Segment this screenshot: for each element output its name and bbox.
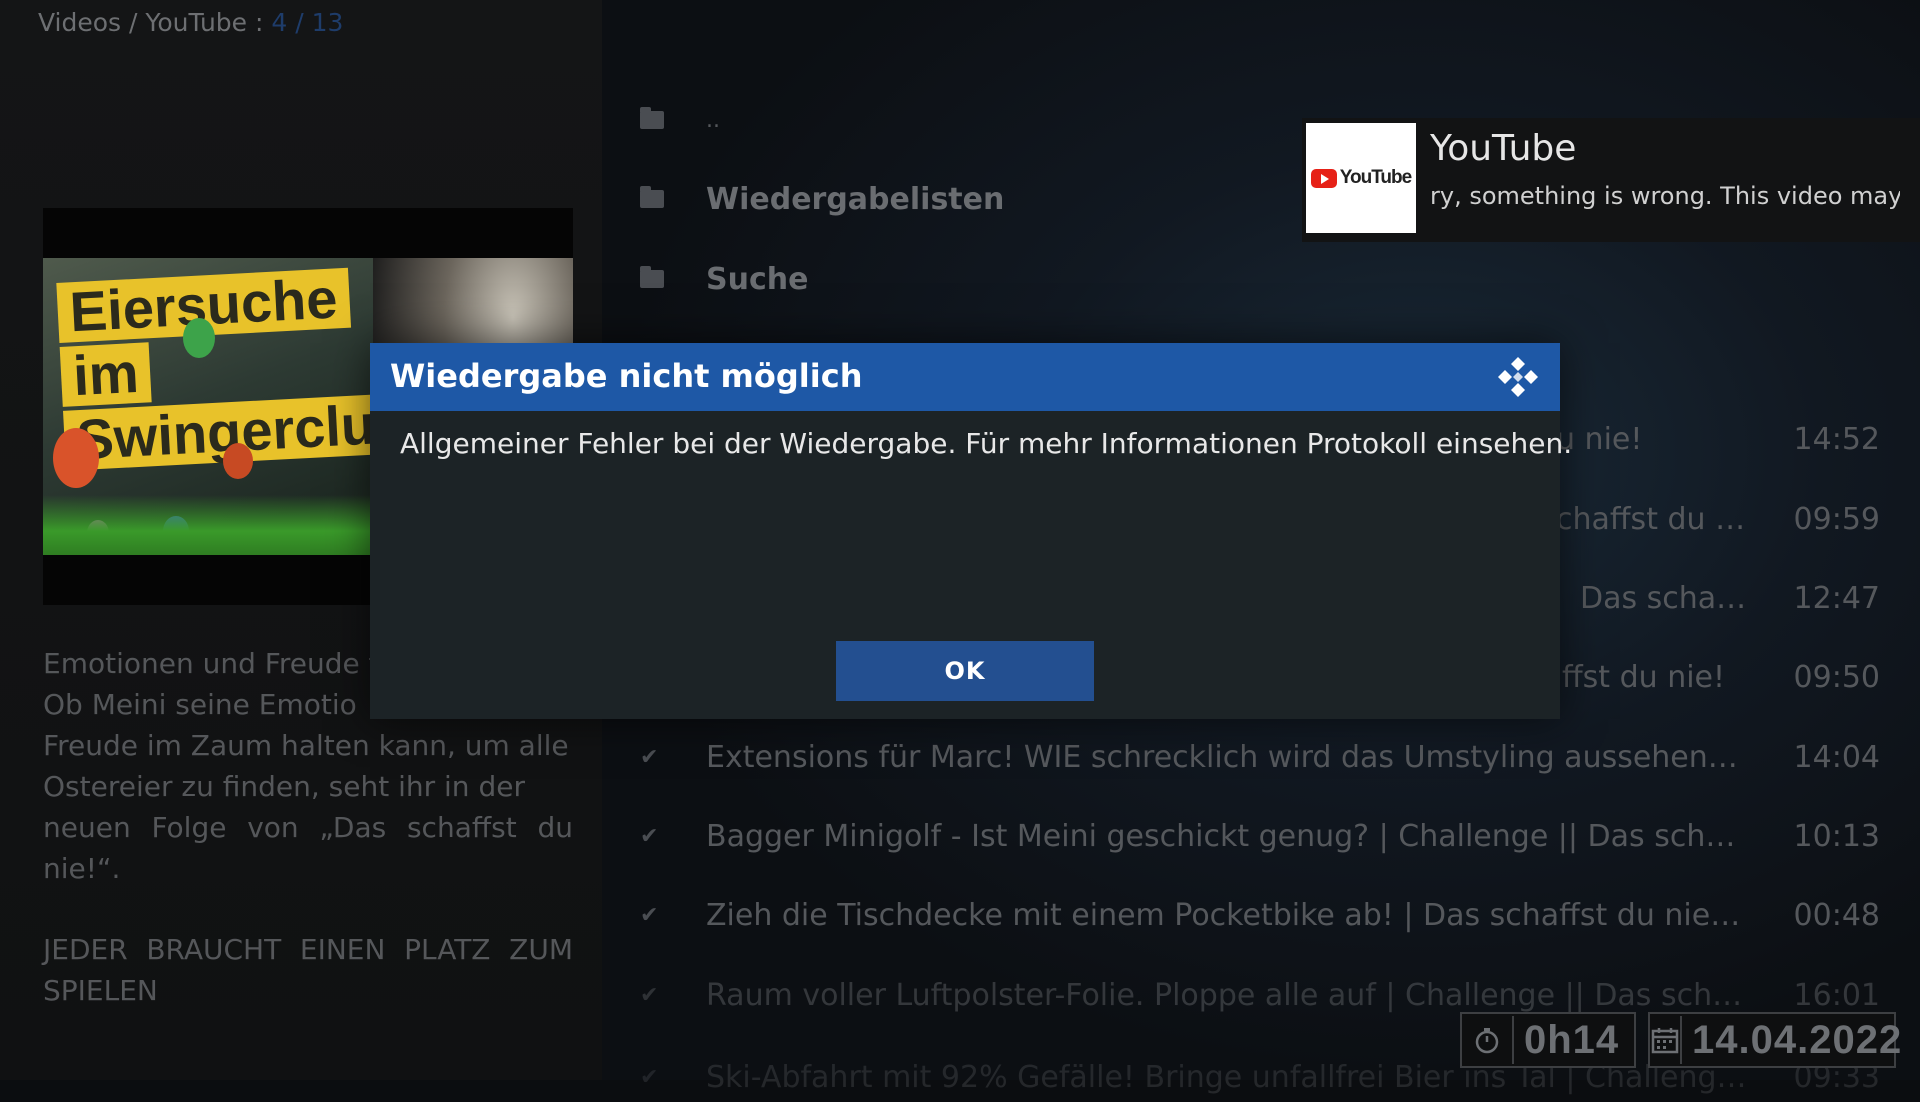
check-icon: ✔: [640, 982, 659, 1008]
plot-line: neuen Folge von „Das schaffst du nie!“.: [43, 811, 573, 885]
elapsed-time: 0h14: [1524, 1017, 1620, 1062]
ok-button[interactable]: OK: [836, 641, 1094, 701]
breadcrumb-path: Videos / YouTube :: [38, 8, 272, 37]
check-icon: ✔: [640, 902, 659, 928]
list-item-duration: 14:04: [1793, 739, 1880, 775]
plot-line: Ostereier zu finden, seht ihr in der: [43, 770, 525, 803]
current-date: 14.04.2022: [1692, 1017, 1903, 1062]
list-item-label: Zieh die Tischdecke mit einem Pocketbike…: [706, 897, 1770, 933]
easter-egg-decoration: [183, 318, 215, 358]
thumbnail-title: Eiersuche im Swingerclub: [56, 263, 423, 473]
list-item-duration: 00:48: [1793, 897, 1880, 933]
folder-icon: [640, 266, 706, 288]
list-item-duration: 12:47: [1793, 580, 1880, 616]
breadcrumb: Videos / YouTube : 4 / 13: [38, 8, 343, 37]
folder-back-icon: [640, 107, 706, 129]
check-icon: ✔: [640, 823, 659, 849]
youtube-play-icon: [1310, 168, 1337, 188]
list-item-duration: 09:50: [1793, 659, 1880, 695]
folder-icon: [640, 186, 706, 208]
plot-tagline: JEDER BRAUCHT EINEN PLATZ ZUM SPIELEN: [43, 933, 573, 1007]
error-dialog: Wiedergabe nicht möglich Allgemeiner Feh…: [370, 343, 1572, 719]
easter-egg-decoration: [223, 443, 253, 479]
check-icon: ✔: [640, 744, 659, 770]
easter-egg-decoration: [53, 428, 99, 488]
youtube-logo-text: YouTube: [1339, 167, 1412, 188]
thumbnail-title-line: im: [59, 341, 153, 407]
dialog-title: Wiedergabe nicht möglich: [390, 357, 863, 395]
list-item-search[interactable]: Suche: [640, 254, 1880, 304]
dialog-message: Allgemeiner Fehler bei der Wiedergabe. F…: [400, 427, 1573, 460]
list-item-duration: 14:52: [1793, 421, 1880, 457]
list-item-label: Bagger Minigolf - Ist Meini geschickt ge…: [706, 818, 1770, 854]
youtube-logo: YouTube: [1306, 123, 1416, 233]
date-badge: 14.04.2022: [1648, 1012, 1901, 1068]
calendar-icon: [1650, 1016, 1682, 1064]
dialog-header: Wiedergabe nicht möglich: [370, 343, 1560, 411]
elapsed-time-badge: 0h14: [1460, 1012, 1636, 1068]
list-item-duration: 09:59: [1793, 501, 1880, 537]
kodi-logo-icon: [1498, 357, 1538, 397]
list-item-label: Raum voller Luftpolster-Folie. Ploppe al…: [706, 977, 1770, 1013]
list-item[interactable]: ✔ Zieh die Tischdecke mit einem Pocketbi…: [640, 890, 1880, 940]
list-item[interactable]: ✔ Bagger Minigolf - Ist Meini geschickt …: [640, 811, 1880, 861]
plot-line: Freude im Zaum halten kann, um alle: [43, 729, 569, 762]
check-icon: ✔: [640, 1064, 659, 1090]
list-item-label: Suche: [706, 261, 809, 297]
notification-toast: YouTube YouTube ry, something is wrong. …: [1302, 118, 1920, 242]
list-item-label: Extensions für Marc! WIE schrecklich wir…: [706, 739, 1770, 775]
stopwatch-icon: [1462, 1016, 1514, 1064]
list-item[interactable]: ✔ Extensions für Marc! WIE schrecklich w…: [640, 732, 1880, 782]
list-item-duration: 10:13: [1793, 818, 1880, 854]
notification-title: YouTube: [1430, 128, 1577, 169]
notification-message: ry, something is wrong. This video may b…: [1430, 182, 1900, 210]
breadcrumb-count: 4 / 13: [271, 8, 344, 37]
list-item-duration: 16:01: [1793, 977, 1880, 1013]
